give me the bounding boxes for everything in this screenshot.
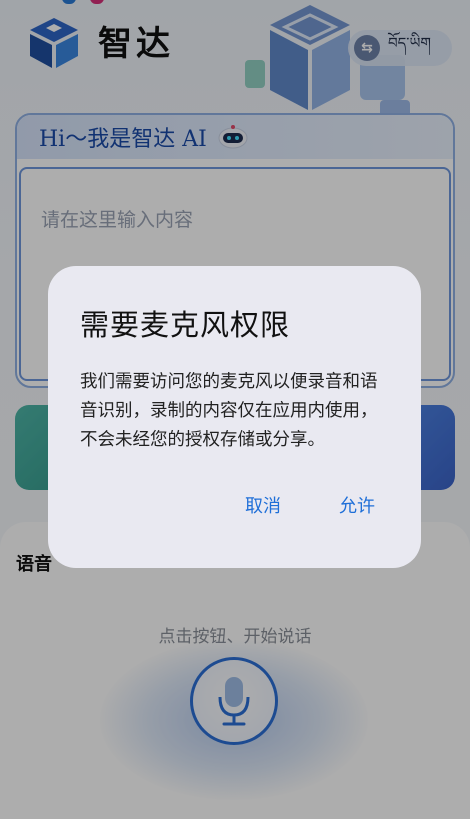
cancel-button[interactable]: 取消 (245, 492, 281, 518)
dialog-actions: 取消 允许 (245, 492, 375, 518)
permission-dialog: 需要麦克风权限 我们需要访问您的麦克风以便录音和语音识别，录制的内容仅在应用内使… (48, 266, 421, 568)
dialog-title: 需要麦克风权限 (80, 308, 291, 342)
app-screen: 智达 ⇆ བོད་ཡིག Hi～我是智达 AI 请在这里输入内容 语音 点击按钮… (0, 0, 470, 819)
dialog-message: 我们需要访问您的麦克风以便录音和语音识别，录制的内容仅在应用内使用，不会未经您的… (80, 372, 378, 450)
allow-button[interactable]: 允许 (339, 492, 375, 518)
